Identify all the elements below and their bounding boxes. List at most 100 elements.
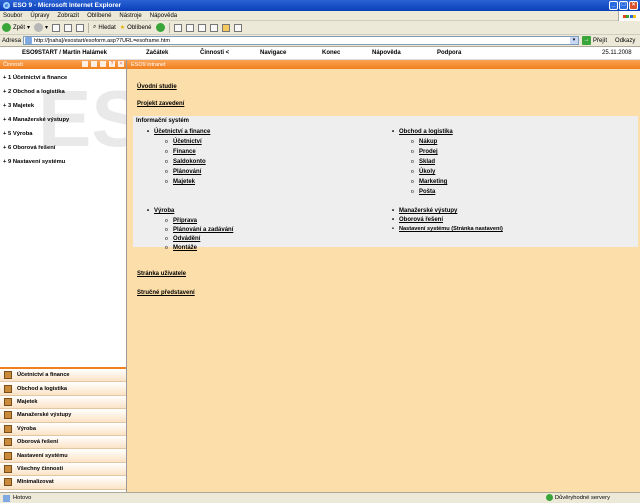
minimize-icon bbox=[4, 478, 12, 487]
shortcut-vsechny[interactable]: Všechny činnosti bbox=[0, 462, 126, 477]
link-planovani[interactable]: Plánování bbox=[165, 169, 201, 175]
print-icon[interactable] bbox=[197, 23, 206, 32]
tree-item-oborova[interactable]: + 6 Oborová řešení bbox=[0, 142, 126, 154]
link-posta[interactable]: Pošta bbox=[411, 189, 436, 195]
stop-icon[interactable] bbox=[52, 23, 61, 32]
zone-label: Důvěryhodné servery bbox=[554, 494, 610, 501]
app-header: ESO9START / Martin Halámek Začátek Činno… bbox=[0, 47, 640, 60]
nav-podpora[interactable]: Podpora bbox=[437, 50, 461, 56]
link-sklad[interactable]: Sklad bbox=[411, 159, 435, 165]
link-odvadeni[interactable]: Odvádění bbox=[165, 236, 200, 242]
link-majetek[interactable]: Majetek bbox=[165, 179, 195, 185]
go-button[interactable]: → Přejít bbox=[582, 36, 607, 45]
shortcut-minimalizovat[interactable]: Minimalizovat bbox=[0, 476, 126, 490]
messenger-icon[interactable] bbox=[233, 23, 242, 32]
folder-icon[interactable] bbox=[221, 23, 230, 32]
search-button[interactable]: ⌕ Hledat bbox=[93, 24, 116, 31]
shortcut-manazerske[interactable]: Manažerské výstupy bbox=[0, 409, 126, 423]
close-button[interactable]: × bbox=[629, 1, 638, 10]
link-oborova-reseni[interactable]: Oborová řešení bbox=[392, 217, 443, 223]
tree-item-obchod[interactable]: + 2 Obchod a logistika bbox=[0, 86, 126, 98]
menu-oblibene[interactable]: Oblíbené bbox=[87, 13, 111, 19]
shortcut-vyroba[interactable]: Výroba bbox=[0, 422, 126, 436]
link-montaze[interactable]: Montáže bbox=[165, 245, 197, 251]
tree-item-vyroba[interactable]: + 5 Výroba bbox=[0, 128, 126, 140]
help-icon[interactable]: ? bbox=[109, 61, 115, 67]
link-nakup[interactable]: Nákup bbox=[411, 139, 437, 145]
favorites-button[interactable]: ★ Oblíbené bbox=[120, 24, 152, 32]
menu-zobrazit[interactable]: Zobrazit bbox=[57, 13, 79, 19]
link-uvodni-studie[interactable]: Úvodní studie bbox=[137, 84, 177, 90]
media-icon[interactable] bbox=[155, 23, 165, 32]
nav-napoveda[interactable]: Nápověda bbox=[372, 50, 401, 56]
links-button[interactable]: Odkazy bbox=[615, 38, 635, 44]
page-icon bbox=[25, 37, 33, 44]
tree-item-nastaveni[interactable]: + 9 Nastavení systému bbox=[0, 156, 126, 168]
link-prodej[interactable]: Prodej bbox=[411, 149, 438, 155]
settings-icon[interactable] bbox=[100, 61, 106, 67]
link-nastaveni-systemu[interactable]: Nastavení systému (Stránka nastavení) bbox=[392, 226, 503, 232]
shortcut-label: Obchod a logistika bbox=[17, 385, 68, 392]
menu-soubor[interactable]: Soubor bbox=[3, 13, 22, 19]
group-ucetnictvi-finance[interactable]: Účetnictví a finance bbox=[147, 129, 210, 135]
address-url: http://[naha]/esostart/esoform.asp?7URL=… bbox=[34, 37, 170, 44]
shortcut-label: Všechny činnosti bbox=[17, 465, 64, 472]
left-panel-header: Činnosti ? × bbox=[0, 60, 126, 69]
back-arrow-icon bbox=[2, 23, 11, 32]
home-icon[interactable] bbox=[76, 23, 85, 32]
chevron-down-icon[interactable]: ▾ bbox=[570, 37, 579, 44]
window-title-bar: e ESO 9 - Microsoft Internet Explorer _ … bbox=[0, 0, 640, 11]
address-input[interactable]: http://[naha]/esostart/esoform.asp?7URL=… bbox=[23, 36, 580, 45]
maximize-button[interactable]: □ bbox=[619, 1, 628, 10]
back-button[interactable]: Zpět ▾ bbox=[2, 23, 30, 32]
mail-icon[interactable] bbox=[185, 23, 194, 32]
go-arrow-icon: → bbox=[582, 36, 592, 45]
refresh-icon[interactable] bbox=[91, 61, 97, 67]
group-vyroba[interactable]: Výroba bbox=[147, 208, 174, 214]
shortcut-label: Nastavení systému bbox=[17, 452, 68, 459]
address-bar: Adresa http://[naha]/esostart/esoform.as… bbox=[0, 35, 640, 47]
menu-nastroje[interactable]: Nástroje bbox=[119, 13, 141, 19]
edit-icon[interactable] bbox=[209, 23, 218, 32]
menu-upravy[interactable]: Úpravy bbox=[30, 13, 49, 19]
link-finance[interactable]: Finance bbox=[165, 149, 196, 155]
status-text: Hotovo bbox=[13, 495, 32, 501]
forward-arrow-icon bbox=[34, 23, 44, 32]
link-stranka-uzivatele[interactable]: Stránka uživatele bbox=[137, 271, 186, 277]
history-icon[interactable] bbox=[173, 23, 182, 32]
nav-navigace[interactable]: Navigace bbox=[260, 50, 286, 56]
address-label: Adresa bbox=[2, 37, 22, 44]
factory-icon bbox=[4, 424, 12, 433]
shortcut-nastaveni[interactable]: Nastavení systému bbox=[0, 449, 126, 463]
link-saldokonto[interactable]: Saldokonto bbox=[165, 159, 206, 165]
link-marketing[interactable]: Marketing bbox=[411, 179, 447, 185]
menu-napoveda[interactable]: Nápověda bbox=[150, 13, 177, 19]
shortcut-oborova[interactable]: Oborová řešení bbox=[0, 435, 126, 450]
link-projekt-zavedeni[interactable]: Projekt zavedení bbox=[137, 101, 184, 107]
shortcut-label: Minimalizovat bbox=[17, 479, 54, 486]
nav-zacatek[interactable]: Začátek bbox=[146, 50, 168, 56]
tree-item-manazerske[interactable]: + 4 Manažerské výstupy bbox=[0, 114, 126, 126]
link-strucne-predstaveni[interactable]: Stručné představení bbox=[137, 290, 195, 296]
link-ukoly[interactable]: Úkoly bbox=[411, 169, 436, 175]
tree-item-majetek[interactable]: + 3 Majetek bbox=[0, 100, 126, 112]
minimize-button[interactable]: _ bbox=[609, 1, 618, 10]
shortcut-ucetnictvi[interactable]: Účetnictví a finance bbox=[0, 369, 126, 383]
print-icon[interactable] bbox=[82, 61, 88, 67]
nav-konec[interactable]: Konec bbox=[322, 50, 340, 56]
nav-cinnosti[interactable]: Činnosti < bbox=[200, 50, 229, 56]
close-icon[interactable]: × bbox=[118, 61, 124, 67]
link-priprava[interactable]: Příprava bbox=[165, 218, 197, 224]
refresh-icon[interactable] bbox=[64, 23, 73, 32]
puzzle-icon bbox=[4, 438, 12, 447]
forward-button[interactable]: ▾ bbox=[34, 23, 48, 32]
shortcut-obchod[interactable]: Obchod a logistika bbox=[0, 382, 126, 396]
group-obchod-logistika[interactable]: Obchod a logistika bbox=[392, 129, 453, 135]
link-manazerske-vystupy[interactable]: Manažerské výstupy bbox=[392, 208, 457, 214]
tree-item-ucetnictvi[interactable]: + 1 Účetnictví a finance bbox=[0, 72, 126, 84]
main-header: ESO9 intranet bbox=[127, 60, 640, 69]
shortcut-label: Účetnictví a finance bbox=[17, 372, 70, 379]
link-planovani-zadavani[interactable]: Plánování a zadávání bbox=[165, 227, 233, 233]
shortcut-majetek[interactable]: Majetek bbox=[0, 395, 126, 410]
link-ucetnictvi[interactable]: Účetnictví bbox=[165, 139, 202, 145]
